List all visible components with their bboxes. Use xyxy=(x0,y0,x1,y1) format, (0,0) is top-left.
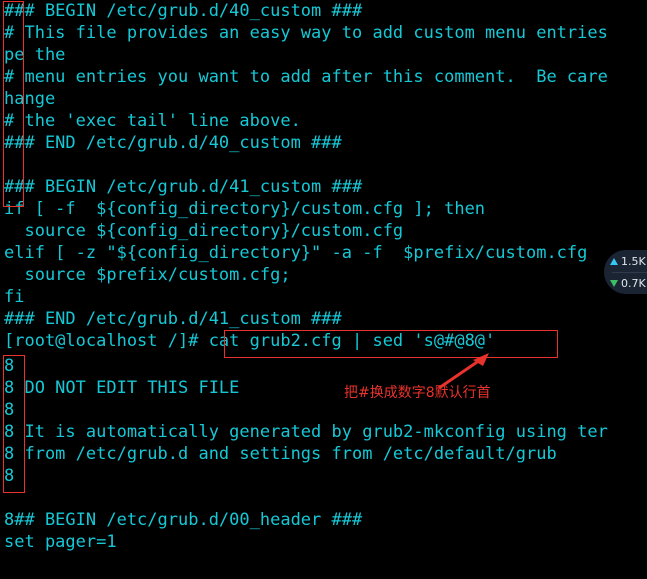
terminal-line: 8 from /etc/grub.d and settings from /et… xyxy=(4,444,557,464)
terminal-line: set pager=1 xyxy=(4,532,117,552)
terminal-line: source $prefix/custom.cfg; xyxy=(4,265,291,285)
terminal-line: fi xyxy=(4,287,25,307)
network-download-row: 0.7K xyxy=(610,272,646,294)
terminal-line: source ${config_directory}/custom.cfg xyxy=(4,221,404,241)
terminal-line: ### END /etc/grub.d/41_custom ### xyxy=(4,309,342,329)
terminal-line: 8## BEGIN /etc/grub.d/00_header ### xyxy=(4,510,363,530)
terminal-line: 8 xyxy=(4,400,15,420)
annotation-note-text: 把#换成数字8默认行首 xyxy=(344,385,491,401)
terminal-screen: ### BEGIN /etc/grub.d/40_custom ### # Th… xyxy=(0,0,647,579)
terminal-command-line[interactable]: [root@localhost /]# cat grub2.cfg | sed … xyxy=(4,330,495,352)
terminal-line: hange xyxy=(4,89,56,109)
terminal-line: 8 It is automatically generated by grub2… xyxy=(4,422,608,442)
terminal-line: ### BEGIN /etc/grub.d/41_custom ### xyxy=(4,177,363,197)
terminal-line: pe the xyxy=(4,45,66,65)
terminal-line: elif [ -z "${config_directory}" -a -f $p… xyxy=(4,243,588,263)
terminal-line: 8 xyxy=(4,356,15,376)
network-download-value: 0.7K xyxy=(621,276,646,290)
network-speed-widget[interactable]: 1.5K 0.7K xyxy=(604,250,647,294)
arrow-up-icon xyxy=(610,257,618,265)
terminal-line: if [ -f ${config_directory}/custom.cfg ]… xyxy=(4,199,486,219)
terminal-line: ### END /etc/grub.d/40_custom ### xyxy=(4,133,342,153)
terminal-line: ### BEGIN /etc/grub.d/40_custom ### xyxy=(4,1,363,21)
terminal-line: # the 'exec tail' line above. xyxy=(4,111,301,131)
arrow-down-icon xyxy=(610,279,618,287)
terminal-line: 8 xyxy=(4,466,15,486)
network-upload-value: 1.5K xyxy=(621,254,646,268)
terminal-line: # menu entries you want to add after thi… xyxy=(4,67,608,87)
network-upload-row: 1.5K xyxy=(610,250,646,272)
terminal-output[interactable]: ### BEGIN /etc/grub.d/40_custom ### # Th… xyxy=(0,0,647,579)
terminal-line: # This file provides an easy way to add … xyxy=(4,23,608,43)
terminal-line: 8 DO NOT EDIT THIS FILE xyxy=(4,378,240,398)
